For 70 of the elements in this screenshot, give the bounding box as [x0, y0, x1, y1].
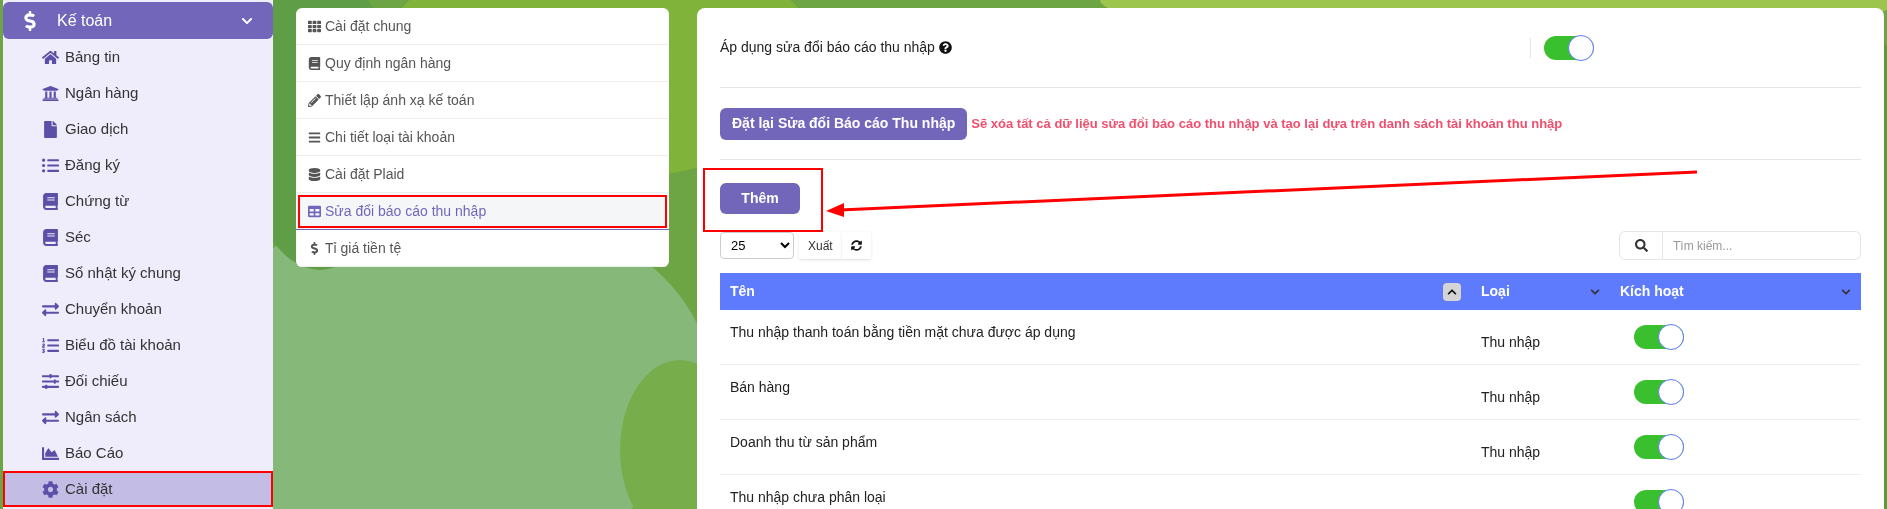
settings-menu-item[interactable]: Thiết lập ánh xạ kế toán [296, 82, 669, 119]
sidebar-item[interactable]: Giao dịch [3, 111, 273, 147]
toggle-switch[interactable] [1634, 325, 1684, 349]
sidebar-item[interactable]: Bảng tin [3, 39, 273, 75]
settings-menu-item[interactable]: Quy định ngân hàng [296, 45, 669, 82]
exchange-icon [42, 300, 59, 318]
help-icon[interactable] [938, 41, 952, 54]
table-cell: Doanh thu từ sản phẩm [730, 434, 878, 450]
settings-menu-item[interactable]: Tỉ giá tiền tệ [296, 230, 669, 267]
dollar-icon [308, 241, 321, 255]
sidebar-item[interactable]: Séc [3, 219, 273, 255]
pencil-icon [308, 93, 321, 107]
sidebar-item[interactable]: Đối chiếu [3, 363, 273, 399]
book-icon [42, 192, 59, 210]
sliders-icon [42, 372, 59, 390]
chevron-down-icon[interactable] [1841, 286, 1851, 297]
table-cell: Thu nhập chưa phân loại [730, 489, 886, 505]
column-header[interactable]: Kích hoạt [1620, 281, 1841, 302]
menu-icon [308, 130, 321, 144]
table-cell: Thu nhập thanh toán bằng tiền mặt chưa được áp dụng [730, 324, 1076, 340]
book-icon [42, 228, 59, 246]
chevron-down-icon[interactable] [1590, 286, 1600, 297]
sidebar-item[interactable]: Chuyển khoản [3, 291, 273, 327]
sort-indicator[interactable] [1443, 282, 1461, 301]
sidebar-item[interactable]: Chứng từ [3, 183, 273, 219]
setting-label: Áp dụng sửa đổi báo cáo thu nhập [720, 38, 935, 57]
settings-menu-item[interactable]: Sửa đổi báo cáo thu nhập [296, 193, 669, 230]
search-icon [1634, 239, 1648, 252]
home-icon [42, 48, 59, 66]
table-icon [308, 204, 321, 218]
table-cell: Thu nhập [1481, 389, 1541, 405]
sidebar-item[interactable]: Ngân sách [3, 399, 273, 435]
sidebar-item[interactable]: Đăng ký [3, 147, 273, 183]
database-icon [308, 167, 321, 181]
sidebar-item[interactable]: Cài đặt [3, 471, 273, 507]
sidebar-item[interactable]: Sổ nhật ký chung [3, 255, 273, 291]
refresh-button[interactable] [841, 232, 871, 259]
table-cell: Thu nhập [1481, 334, 1541, 350]
warning-text: Sẽ xóa tất cả dữ liệu sửa đổi báo cáo thu nhập và tạo lại dựa trên danh sách tài khoản thu nhập [971, 114, 1563, 133]
settings-icon [42, 480, 59, 498]
column-header[interactable]: Tên [730, 281, 1443, 302]
sidebar-item[interactable]: Ngân hàng [3, 75, 273, 111]
toggle-switch[interactable] [1634, 380, 1684, 404]
settings-menu-item[interactable]: Chi tiết loại tài khoản [296, 119, 669, 156]
sidebar-item[interactable]: Báo Cáo [3, 435, 273, 471]
sidebar-header[interactable]: Kế toán [3, 2, 273, 39]
book-icon [42, 264, 59, 282]
table-cell: Bán hàng [730, 379, 790, 395]
file-icon [42, 120, 59, 138]
page-size-select[interactable]: 25 [720, 232, 794, 259]
toggle-switch[interactable] [1543, 35, 1594, 60]
toggle-switch[interactable] [1634, 435, 1684, 459]
list-icon [42, 156, 59, 174]
exchange-icon [42, 408, 59, 426]
bank-icon [42, 84, 59, 102]
export-button[interactable]: Xuất [799, 232, 842, 259]
dollar-icon [23, 10, 37, 31]
area-chart-icon [42, 444, 59, 462]
add-button[interactable]: Thêm [720, 183, 800, 214]
grid-icon [308, 19, 321, 33]
refresh-icon [850, 240, 862, 251]
table-cell: Thu nhập [1481, 444, 1541, 460]
book-icon [308, 56, 321, 70]
settings-menu-item[interactable]: Cài đặt chung [296, 8, 669, 45]
search-field[interactable]: Tìm kiếm... [1663, 231, 1861, 260]
sidebar-item[interactable]: Biểu đồ tài khoản [3, 327, 273, 363]
toggle-switch[interactable] [1634, 490, 1684, 509]
column-header[interactable]: Loại [1481, 281, 1590, 302]
numbered-list-icon [42, 336, 59, 354]
reset-button[interactable]: Đặt lại Sửa đổi Báo cáo Thu nhập [720, 107, 968, 140]
